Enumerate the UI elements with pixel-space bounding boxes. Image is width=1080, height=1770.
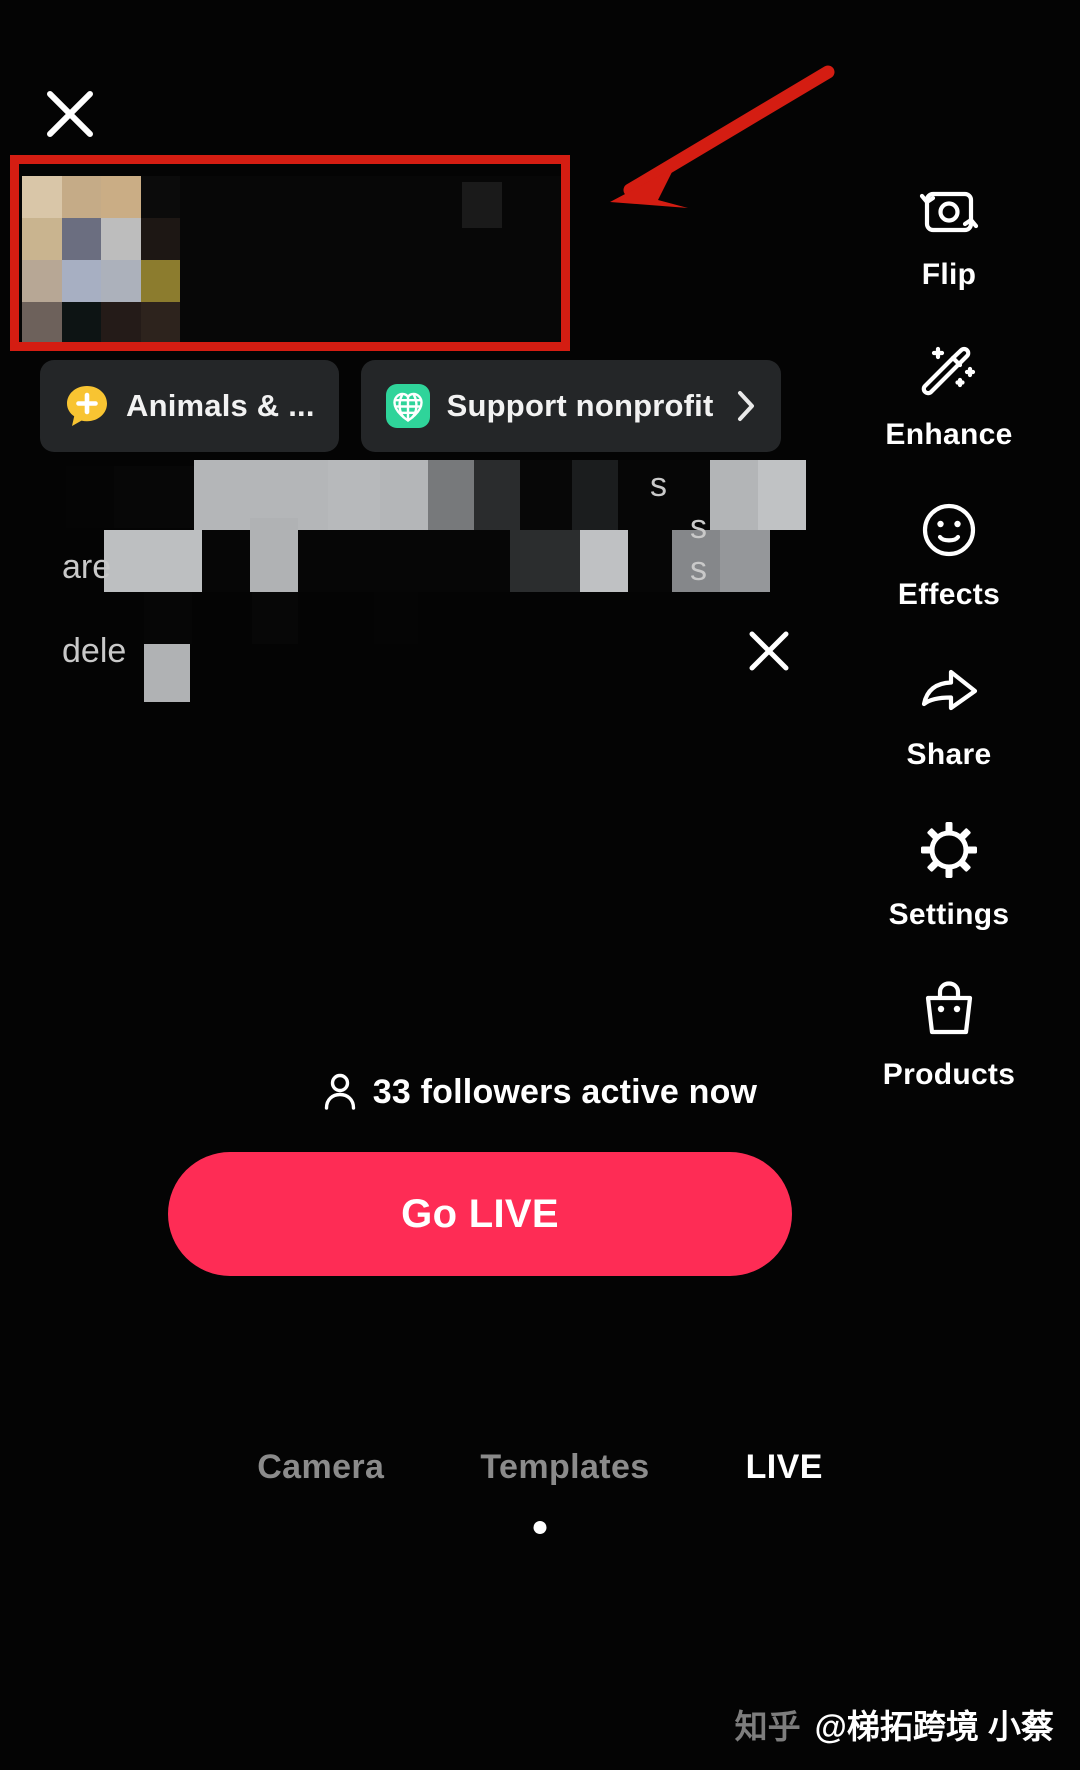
watermark-brand: 知乎 (734, 1708, 801, 1745)
censored-text-fragment: s (650, 466, 667, 504)
nonprofit-chip-label: Support nonprofit (446, 388, 714, 423)
stream-meta-chips: Animals & ... Support nonprofit (40, 360, 782, 452)
followers-active-text: 33 followers active now (372, 1072, 758, 1111)
shopping-bag-icon (925, 981, 973, 1035)
preview-pixel-0 (22, 176, 62, 218)
topic-chip-label: Animals & ... (126, 388, 315, 423)
censored-mosaic-tile (328, 460, 380, 530)
notice-close-button[interactable] (746, 628, 792, 674)
preview-pixel-8 (22, 260, 62, 302)
censored-mosaic-tile (250, 518, 298, 592)
rail-label-effects: Effects (897, 578, 1001, 611)
close-icon (47, 91, 93, 137)
annotation-arrow-icon (610, 65, 835, 208)
speech-bubble-plus-icon (67, 386, 107, 426)
censored-mosaic-tile (144, 644, 190, 702)
rail-item-share[interactable]: Share (864, 656, 1034, 772)
censored-mosaic-tile (758, 460, 806, 530)
censored-text-fragment: s (690, 550, 707, 588)
preview-pixel-7 (140, 218, 180, 260)
close-button[interactable] (44, 88, 96, 140)
censored-mosaic-tile (104, 530, 202, 592)
gear-icon (921, 822, 977, 878)
censored-mosaic-tile (202, 530, 250, 592)
globe-heart-icon (385, 384, 430, 428)
censored-mosaic-tile (114, 466, 194, 528)
censored-notice-block: are dele s s s (56, 458, 806, 702)
person-icon (324, 1073, 355, 1110)
censored-mosaic-tile (720, 530, 770, 592)
rail-item-enhance[interactable]: Enhance (864, 336, 1034, 452)
go-live-button[interactable]: Go LIVE (168, 1152, 792, 1276)
rail-label-enhance: Enhance (885, 418, 1013, 451)
action-rail: Flip Enhance Effects Share Settings Prod… (864, 176, 1034, 1136)
rail-label-share: Share (906, 738, 992, 771)
close-icon (749, 631, 789, 671)
go-live-label: Go LIVE (401, 1191, 559, 1236)
preview-thumbnail-pixelated (22, 176, 180, 344)
censored-mosaic-tile (144, 592, 192, 644)
chevron-right-icon (738, 391, 755, 421)
tab-live[interactable]: LIVE (746, 1448, 823, 1487)
censored-mosaic-tile (298, 530, 510, 592)
watermark: 知乎 @梯拓跨境 小蔡 (735, 1700, 1054, 1748)
censored-mosaic-tile (580, 530, 628, 592)
preview-pixel-15 (140, 302, 180, 344)
followers-active-row: 33 followers active now (0, 1072, 1080, 1112)
censored-mosaic-tile (66, 466, 114, 528)
censored-mosaic-tile (374, 592, 418, 644)
preview-pixel-9 (61, 260, 101, 302)
tab-templates[interactable]: Templates (480, 1448, 649, 1487)
rail-item-flip[interactable]: Flip (864, 176, 1034, 292)
stream-preview-strip[interactable] (22, 176, 562, 344)
rail-item-effects[interactable]: Effects (864, 496, 1034, 612)
smiley-face-icon (922, 503, 976, 557)
censored-mosaic-tile (510, 530, 580, 592)
share-arrow-icon (921, 669, 978, 711)
censored-mosaic-tile (252, 592, 298, 644)
preview-pixel-3 (140, 176, 180, 218)
rail-label-flip: Flip (921, 258, 977, 291)
watermark-handle: @梯拓跨境 小蔡 (814, 1708, 1054, 1745)
preview-pixel-4 (22, 218, 62, 260)
tab-camera[interactable]: Camera (257, 1448, 384, 1487)
censored-mosaic-tile (204, 592, 250, 644)
rail-label-settings: Settings (888, 898, 1010, 931)
censored-mosaic-tile (628, 530, 672, 592)
preview-pixel-1 (61, 176, 101, 218)
censored-mosaic-tile (572, 460, 618, 530)
rail-item-settings[interactable]: Settings (864, 816, 1034, 932)
censored-text-fragment: dele (62, 632, 127, 670)
preview-pixel-10 (101, 260, 141, 302)
preview-pixel-11 (140, 260, 180, 302)
camera-flip-icon (919, 191, 979, 233)
preview-pixel-6 (101, 218, 141, 260)
preview-pixel-12 (22, 302, 62, 344)
topic-chip[interactable]: Animals & ... (40, 360, 339, 452)
censored-mosaic-tile (710, 460, 758, 530)
capture-mode-tabs: Camera Templates LIVE (0, 1448, 1080, 1487)
censored-mosaic-tile (380, 460, 428, 530)
preview-dark-square (462, 182, 502, 228)
preview-pixel-5 (61, 218, 101, 260)
censored-mosaic-tile (428, 460, 474, 530)
preview-pixel-14 (101, 302, 141, 344)
live-setup-screen: Animals & ... Support nonprofit are dele… (0, 0, 1080, 1770)
magic-wand-icon (921, 346, 976, 396)
active-mode-indicator (533, 1521, 547, 1534)
censored-mosaic-tile (474, 460, 520, 530)
censored-text-fragment: s (690, 508, 707, 546)
preview-pixel-2 (101, 176, 141, 218)
censored-text-fragment: are (62, 548, 112, 586)
censored-mosaic-tile (520, 460, 572, 530)
preview-pixel-13 (61, 302, 101, 344)
nonprofit-chip[interactable]: Support nonprofit (360, 360, 782, 452)
